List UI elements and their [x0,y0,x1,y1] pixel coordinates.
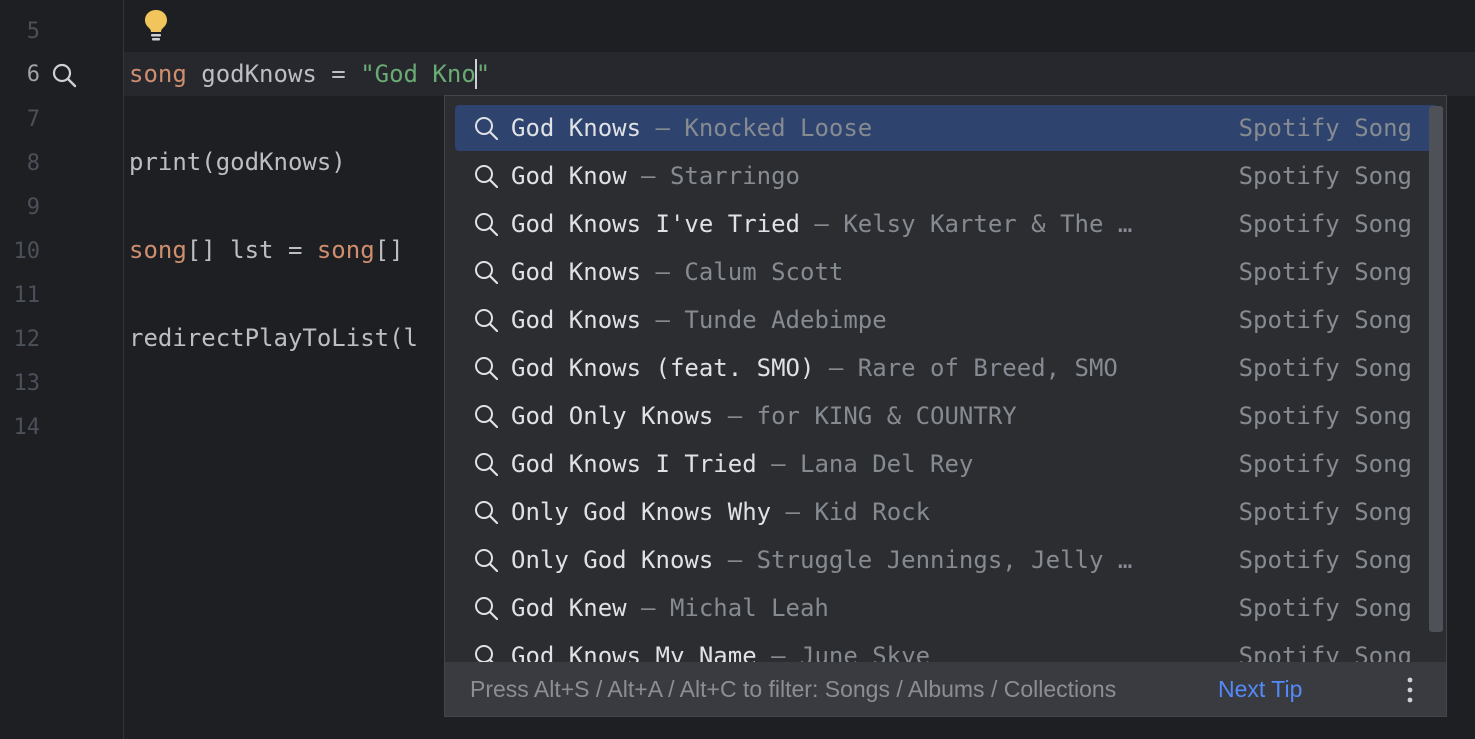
code-text: [] [374,236,404,264]
code-line-6[interactable]: song godKnows = "God Kno" [129,59,490,89]
line-number: 9 [26,195,40,220]
line-number: 11 [13,283,41,308]
search-icon [475,261,499,285]
song-title: God Know [511,162,627,190]
song-artist: — Kid Rock [771,498,931,526]
completion-item[interactable]: God Knows — Tunde Adebimpe Spotify Song [455,297,1438,343]
code-line-8[interactable]: print(godKnows) [129,147,346,177]
song-artist: — Michal Leah [626,594,829,622]
code-text: [] lst = [186,236,317,264]
completion-item[interactable]: God Knows (feat. SMO) — Rare of Breed, S… [455,345,1438,391]
search-icon[interactable] [50,61,78,89]
completion-item[interactable]: God Knows — Calum Scott Spotify Song [455,249,1438,295]
song-artist: — Starringo [626,162,800,190]
item-type: Spotify Song [1238,450,1412,478]
song-title: Only God Knows Why [511,498,772,526]
song-artist: — Tunde Adebimpe [641,306,887,334]
completion-item[interactable]: Only God Knows — Struggle Jennings, Jell… [455,537,1438,583]
song-title: God Knew [511,594,627,622]
completion-item[interactable]: God Knows I've Tried — Kelsy Karter & Th… [455,201,1438,247]
song-title: God Knows I Tried [511,450,757,478]
song-artist: — Calum Scott [641,258,844,286]
song-artist: — Kelsy Karter & The … [799,210,1133,238]
code-string: "God Kno [360,60,476,88]
search-icon [475,309,499,333]
search-icon [475,357,499,381]
line-number: 10 [13,239,41,264]
song-title: God Knows I've Tried [511,210,800,238]
search-icon [475,213,499,237]
song-title: God Knows (feat. SMO) [511,354,815,382]
code-keyword: song [129,236,187,264]
item-type: Spotify Song [1238,354,1412,382]
line-number: 6 [26,62,40,87]
scrollbar-thumb[interactable] [1429,106,1443,632]
search-icon [475,453,499,477]
code-line-12[interactable]: redirectPlayToList(l [129,323,418,353]
search-icon [475,165,499,189]
search-icon [475,405,499,429]
search-icon [475,549,499,573]
line-number: 8 [26,151,40,176]
search-icon [475,597,499,621]
completion-item[interactable]: God Only Knows — for KING & COUNTRY Spot… [455,393,1438,439]
item-type: Spotify Song [1238,306,1412,334]
editor-gutter: 5 6 7 8 9 10 11 12 13 14 [0,0,124,739]
search-icon [475,645,494,662]
line-number: 13 [13,371,41,396]
item-type: Spotify Song [1238,162,1412,190]
completion-item[interactable]: God Knows — Knocked Loose Spotify Song [455,105,1438,151]
more-vertical-icon[interactable] [1403,675,1417,705]
song-artist: — June Skye [756,642,931,662]
song-title: God Knows [511,258,642,286]
completion-item[interactable]: Only God Knows Why — Kid Rock Spotify So… [455,489,1438,535]
line-number: 7 [26,107,40,132]
completion-item[interactable]: God Know — Starringo Spotify Song [455,153,1438,199]
item-type: Spotify Song [1238,498,1412,526]
line-number: 5 [26,19,40,44]
completion-item[interactable]: God Knew — Michal Leah Spotify Song [455,585,1438,631]
item-type: Spotify Song [1238,594,1412,622]
song-artist: — for KING & COUNTRY [713,402,1017,430]
completion-item[interactable]: God Knows I Tried — Lana Del Rey Spotify… [455,441,1438,487]
completion-popup: God Knows — Knocked Loose Spotify Song G… [444,95,1447,717]
code-keyword: song [316,236,375,264]
song-title: Only God Knows [511,546,714,574]
song-title: God Knows [511,114,642,142]
item-type: Spotify Song [1238,258,1412,286]
song-title: God Knows [511,306,642,334]
song-artist: — Struggle Jennings, Jelly … [713,546,1133,574]
song-title: God Only Knows [511,402,714,430]
line-number: 14 [13,415,41,440]
completion-list: God Knows — Knocked Loose Spotify Song G… [445,96,1446,662]
code-keyword: song [129,60,187,88]
filter-hint: Press Alt+S / Alt+A / Alt+C to filter: S… [470,676,1117,702]
song-artist: — Knocked Loose [641,114,873,142]
item-type: Spotify Song [1238,210,1412,238]
line-number: 12 [13,327,41,352]
search-icon [475,117,499,141]
item-type: Spotify Song [1238,546,1412,574]
code-text: godKnows = [186,60,361,88]
item-type: Spotify Song [1238,114,1412,142]
code-line-10[interactable]: song[] lst = song[] [129,235,404,265]
item-type: Spotify Song [1238,402,1412,430]
item-type: Spotify Song [1238,642,1412,662]
completion-footer: Press Alt+S / Alt+A / Alt+C to filter: S… [445,662,1446,716]
code-string-close: " [475,60,491,88]
next-tip-link[interactable]: Next Tip [1218,676,1302,703]
lightbulb-icon[interactable] [143,8,169,42]
song-artist: — Lana Del Rey [756,450,974,478]
completion-item[interactable]: God Knows My Name — June Skye Spotify So… [455,633,1438,662]
song-artist: — Rare of Breed, SMO [814,354,1118,382]
search-icon [475,501,499,525]
song-title: God Knows My Name [511,642,757,662]
